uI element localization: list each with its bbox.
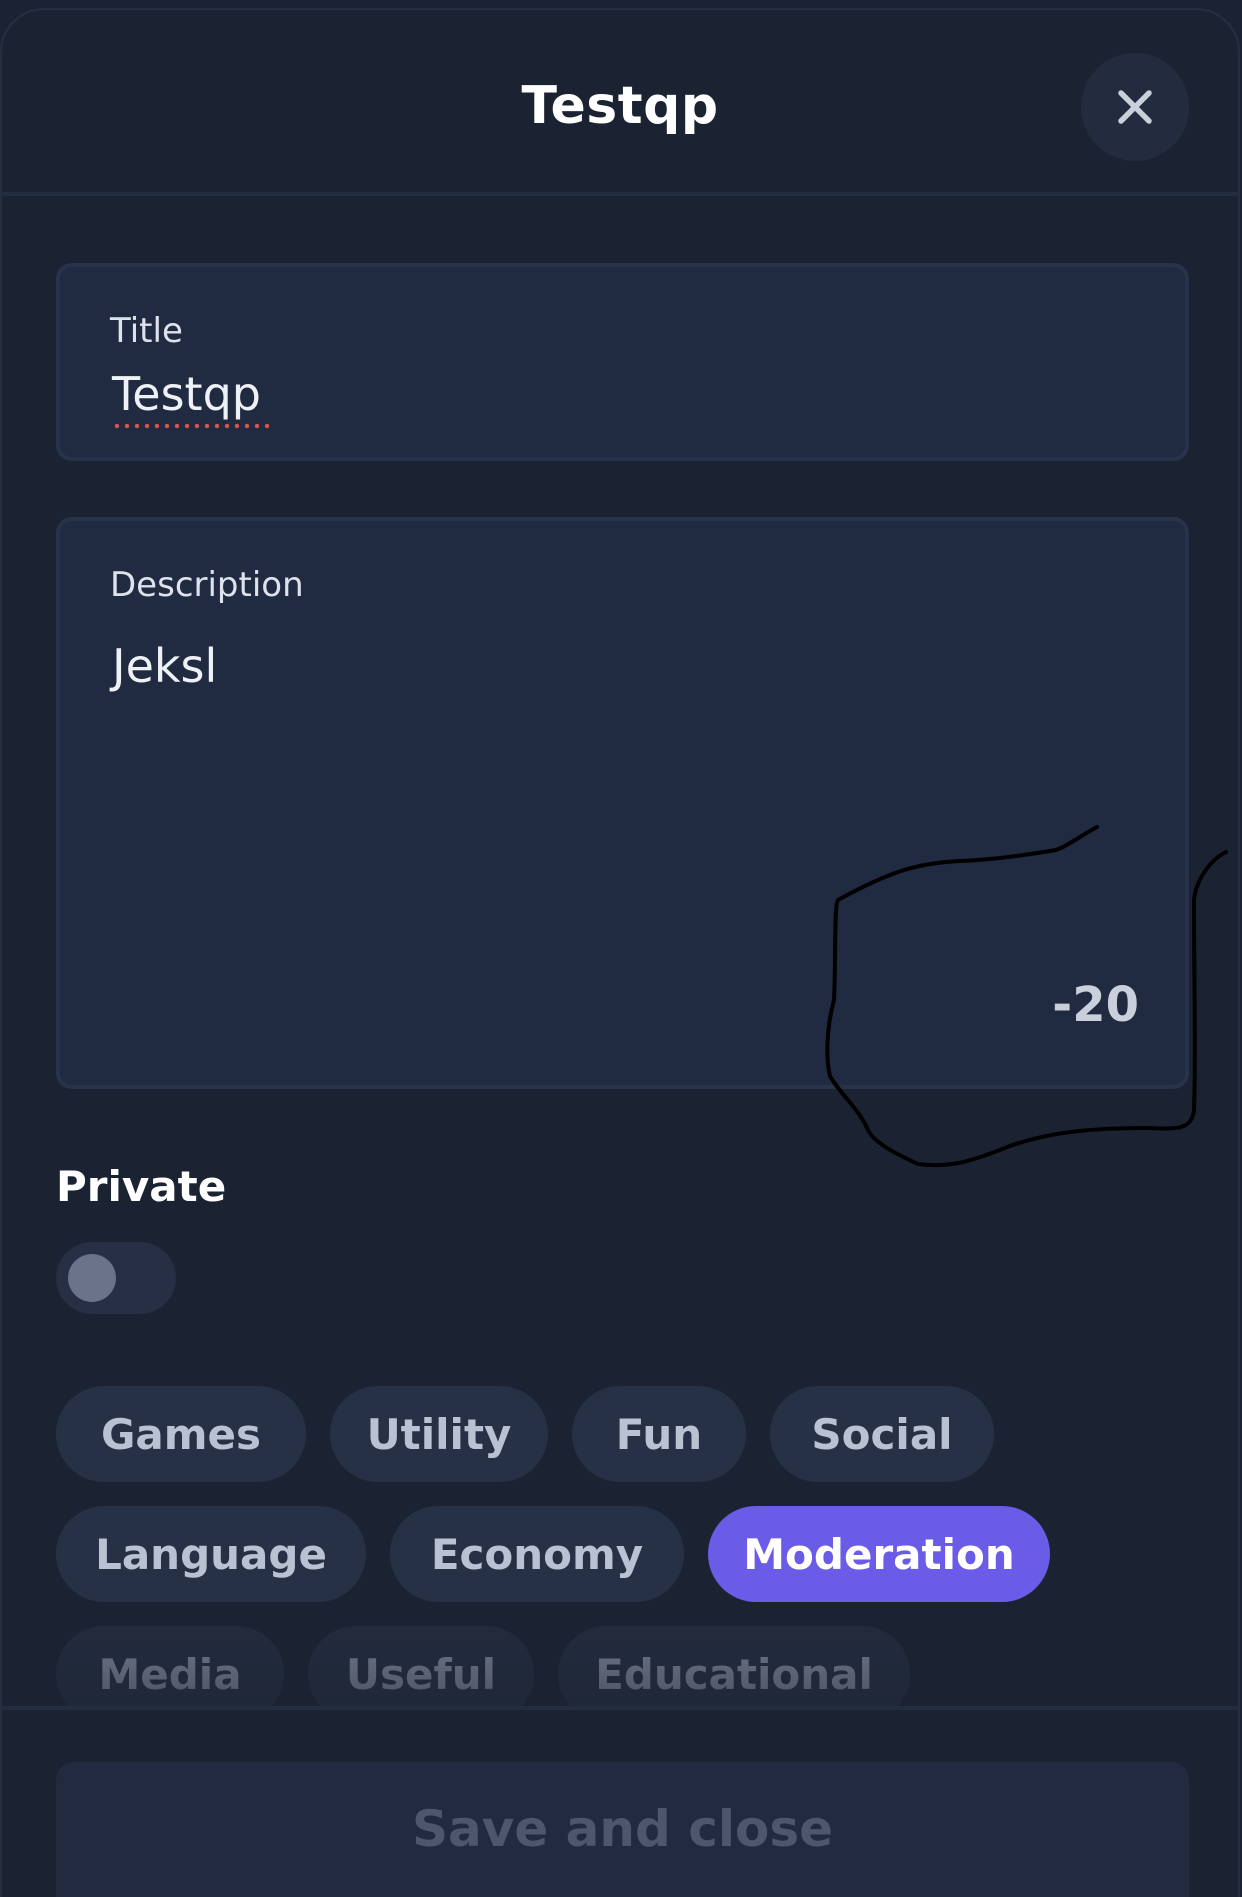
description-field-label: Description xyxy=(110,565,304,605)
tag-chip-games[interactable]: Games xyxy=(56,1386,306,1482)
title-field-label: Title xyxy=(110,311,183,351)
page: Testqp Title Testqp Description Jeksl -2… xyxy=(0,0,1242,1897)
tag-chip-fun[interactable]: Fun xyxy=(572,1386,746,1482)
tag-chip-utility[interactable]: Utility xyxy=(330,1386,548,1482)
character-counter: -20 xyxy=(1052,977,1139,1033)
tag-chip-social[interactable]: Social xyxy=(770,1386,994,1482)
tag-chip-educational[interactable]: Educational xyxy=(558,1626,910,1706)
description-field[interactable]: Description Jeksl -20 xyxy=(56,517,1189,1089)
toggle-knob xyxy=(68,1254,116,1302)
close-icon xyxy=(1118,90,1152,124)
close-button[interactable] xyxy=(1081,53,1189,161)
modal-header: Testqp xyxy=(2,10,1238,196)
tag-chip-media[interactable]: Media xyxy=(56,1626,284,1706)
modal-footer: Save and close xyxy=(2,1706,1238,1897)
tag-chip-economy[interactable]: Economy xyxy=(390,1506,684,1602)
tag-chip-useful[interactable]: Useful xyxy=(308,1626,534,1706)
private-label: Private xyxy=(56,1162,227,1211)
save-and-close-button[interactable]: Save and close xyxy=(56,1762,1189,1897)
private-toggle[interactable] xyxy=(56,1242,176,1314)
modal-title: Testqp xyxy=(521,76,719,136)
tag-list: Games Utility Fun Social Language Econom… xyxy=(56,1386,1196,1706)
title-field[interactable]: Title Testqp xyxy=(56,263,1189,461)
title-input[interactable]: Testqp xyxy=(112,367,261,421)
edit-modal: Testqp Title Testqp Description Jeksl -2… xyxy=(0,8,1240,1897)
spellcheck-underline xyxy=(112,423,272,429)
tag-chip-moderation[interactable]: Moderation xyxy=(708,1506,1050,1602)
description-input[interactable]: Jeksl xyxy=(112,639,217,693)
tag-chip-language[interactable]: Language xyxy=(56,1506,366,1602)
